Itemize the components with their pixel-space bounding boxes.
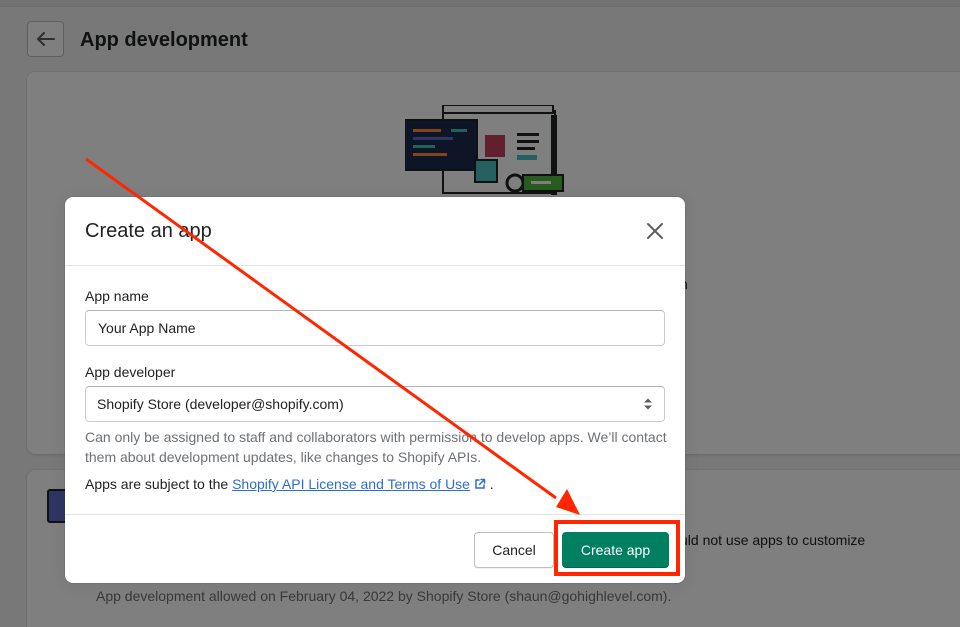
annotation-arrow	[85, 157, 580, 515]
